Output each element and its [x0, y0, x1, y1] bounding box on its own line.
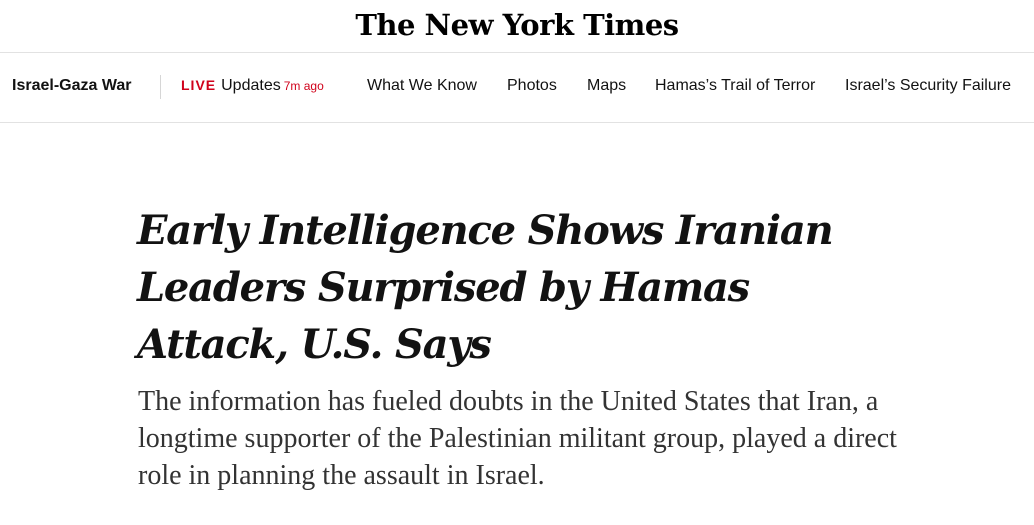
live-updates-label: Updates — [221, 77, 281, 94]
section-title-link[interactable]: Israel-Gaza War — [12, 77, 131, 95]
nav-divider — [160, 75, 161, 99]
live-updates-link[interactable]: LIVE Updates 7m ago — [181, 77, 324, 95]
nav-link-israel-security-failure[interactable]: Israel’s Security Failure — [845, 77, 1011, 95]
nav-link-maps[interactable]: Maps — [587, 77, 626, 95]
live-badge: LIVE — [181, 77, 217, 93]
section-nav-bar: Israel-Gaza War LIVE Updates 7m ago What W… — [0, 53, 1034, 123]
live-timestamp: 7m ago — [283, 79, 324, 93]
article-summary: The information has fueled doubts in the… — [138, 386, 897, 491]
nav-link-what-we-know[interactable]: What We Know — [367, 77, 477, 95]
nav-link-photos[interactable]: Photos — [507, 77, 557, 95]
masthead: The New York Times — [0, 0, 1034, 53]
article-headline: Early Intelligence Shows Iranian Leaders… — [137, 207, 834, 368]
nyt-logo[interactable]: The New York Times — [355, 8, 679, 42]
nav-link-hamas-trail-of-terror[interactable]: Hamas’s Trail of Terror — [655, 77, 815, 95]
